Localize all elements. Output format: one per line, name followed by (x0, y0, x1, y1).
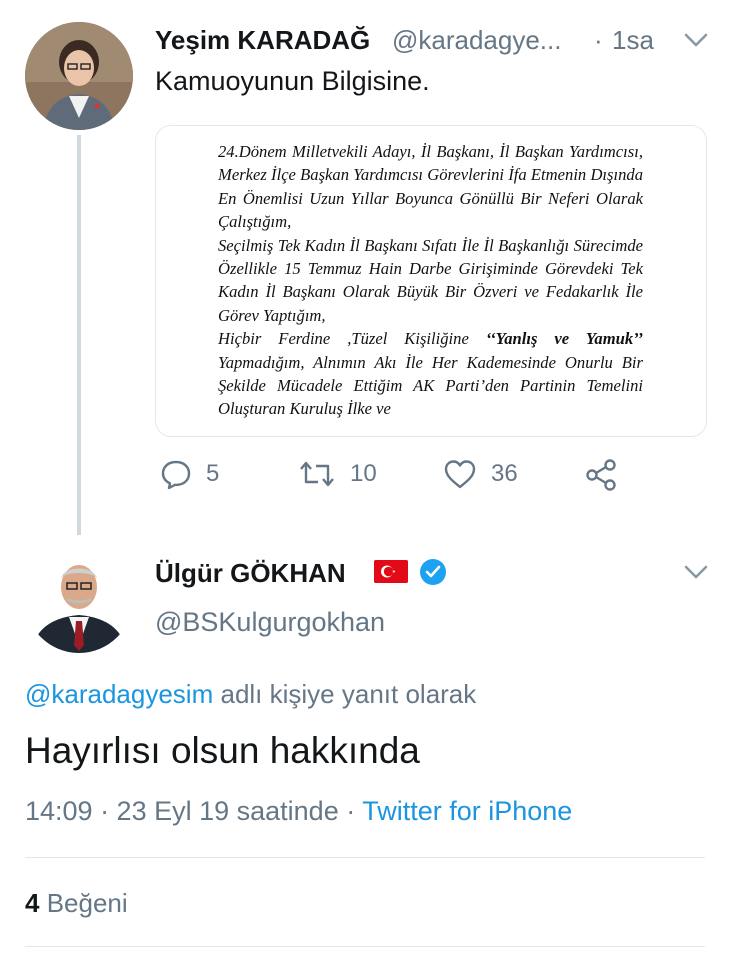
yesim-tweet-text: Kamuoyunun Bilgisine. (155, 66, 430, 96)
reply-to-link[interactable]: @karadagyesim (25, 679, 213, 709)
retweet-action[interactable]: 10 (298, 458, 377, 490)
share-icon (584, 458, 620, 492)
chevron-down-icon[interactable] (683, 32, 709, 53)
document-emphasis: ‘‘Yanlış ve Yamuk’’ (485, 329, 643, 349)
retweet-icon (298, 458, 336, 490)
ulgur-display-name[interactable]: Ülgür GÖKHAN (155, 558, 346, 589)
document-line: 24.Dönem Milletvekili Adayı, İl Başkanı,… (218, 142, 643, 232)
thread-line (77, 135, 81, 535)
yesim-display-name[interactable]: Yeşim KARADAĞ (155, 25, 370, 56)
reply-action[interactable]: 5 (160, 458, 219, 490)
yesim-tweet-time[interactable]: 1sa (612, 25, 654, 56)
divider (25, 946, 705, 947)
document-image[interactable]: 24.Dönem Milletvekili Adayı, İl Başkanı,… (155, 125, 707, 437)
reply-context: @karadagyesim adlı kişiye yanıt olarak (25, 679, 476, 710)
tweet-metadata: 14:09 · 23 Eyl 19 saatinde · Twitter for… (25, 796, 572, 827)
reply-icon (160, 458, 192, 490)
verified-badge-icon (420, 559, 446, 585)
retweet-count: 10 (350, 460, 377, 487)
divider (25, 857, 705, 858)
chevron-down-icon[interactable] (683, 564, 709, 585)
like-action[interactable]: 36 (443, 458, 518, 490)
share-action[interactable] (584, 458, 620, 492)
reply-tweet-text: Hayırlısı olsun hakkında (25, 730, 420, 771)
heart-icon (443, 458, 477, 490)
document-line: Hiçbir Ferdine ,Tüzel Kişiliğine ‘‘Yanlı… (218, 329, 643, 419)
document-line: Seçilmiş Tek Kadın İl Başkanı Sıfatı İle… (218, 235, 643, 325)
time-separator: · (594, 25, 603, 55)
turkey-flag-icon (374, 560, 408, 583)
ulgur-avatar[interactable] (25, 545, 133, 653)
yesim-handle[interactable]: @karadagye... (392, 25, 561, 56)
yesim-avatar[interactable] (25, 22, 133, 130)
tweet-timestamp[interactable]: 14:09 · 23 Eyl 19 saatinde · (25, 796, 362, 826)
tweet-source-link[interactable]: Twitter for iPhone (362, 796, 572, 826)
reply-to-suffix: adlı kişiye yanıt olarak (220, 679, 477, 709)
likes-label: Beğeni (46, 888, 128, 918)
likes-summary[interactable]: 4 Beğeni (25, 888, 128, 919)
likes-count: 4 (25, 888, 40, 918)
reply-count: 5 (206, 460, 220, 487)
document-text: 24.Dönem Milletvekili Adayı, İl Başkanı,… (218, 140, 643, 421)
like-count: 36 (491, 460, 518, 487)
ulgur-handle[interactable]: @BSKulgurgokhan (155, 607, 385, 638)
